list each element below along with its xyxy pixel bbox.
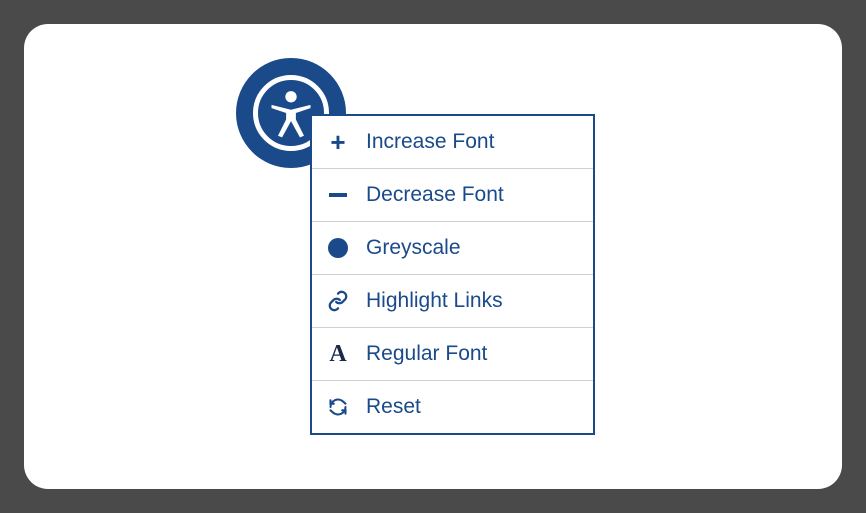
menu-item-label: Greyscale: [366, 236, 461, 260]
menu-item-increase-font[interactable]: + Increase Font: [312, 116, 593, 169]
menu-item-label: Highlight Links: [366, 289, 503, 313]
menu-item-label: Regular Font: [366, 342, 487, 366]
menu-item-label: Decrease Font: [366, 183, 504, 207]
font-icon: A: [326, 342, 350, 366]
circle-icon: [326, 236, 350, 260]
link-icon: [326, 289, 350, 313]
menu-item-reset[interactable]: Reset: [312, 381, 593, 433]
menu-item-decrease-font[interactable]: Decrease Font: [312, 169, 593, 222]
minus-icon: [326, 183, 350, 207]
menu-item-highlight-links[interactable]: Highlight Links: [312, 275, 593, 328]
menu-item-label: Increase Font: [366, 130, 494, 154]
menu-item-label: Reset: [366, 395, 421, 419]
plus-icon: +: [326, 130, 350, 154]
menu-item-greyscale[interactable]: Greyscale: [312, 222, 593, 275]
accessibility-menu: + Increase Font Decrease Font Greyscale …: [310, 114, 595, 435]
content-panel: + Increase Font Decrease Font Greyscale …: [24, 24, 842, 489]
menu-item-regular-font[interactable]: A Regular Font: [312, 328, 593, 381]
refresh-icon: [326, 395, 350, 419]
